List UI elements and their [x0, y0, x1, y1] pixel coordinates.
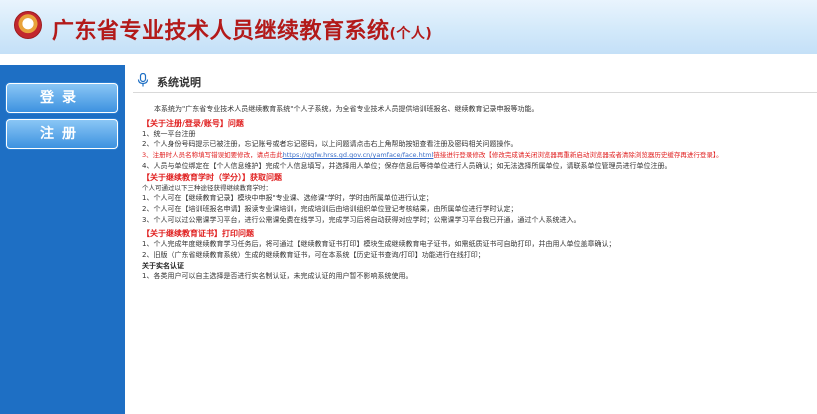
list-item: 1、统一平台注册 — [142, 129, 196, 138]
section-title: 系统说明 — [157, 76, 201, 89]
list-item: 1、个人可在【继续教育记录】模块中申报"专业课、选修课"学时，学时由所属单位进行… — [142, 194, 433, 203]
panel-header: 系统说明 — [133, 70, 817, 93]
list-item: 2、旧版（广东省继续教育系统）生成的继续教育证书，可在本系统【历史证书查询/打印… — [142, 251, 485, 260]
list-item: 2、个人身份号码提示已被注册，忘记账号或者忘记密码，以上问题请点击右上角帮助按钮… — [142, 140, 518, 149]
notice-content: 本系统为"广东省专业技术人员继续教育系统"个人子系统，为全省专业技术人员提供培训… — [142, 104, 814, 282]
sidebar: 登录 注册 — [0, 65, 125, 414]
register-button[interactable]: 注册 — [6, 119, 118, 149]
section-heading-realname: 关于实名认证 — [142, 261, 184, 270]
section-heading-account: 【关于注册/登录/账号】问题 — [142, 118, 244, 128]
app-subtitle: (个人) — [389, 26, 433, 42]
app-header: 广东省专业技术人员继续教育系统(个人) — [0, 0, 817, 54]
list-item: 3、个人可以过公需课学习平台，进行公需课免费在线学习，完成学习后将自动获得对应学… — [142, 215, 581, 224]
list-item: 1、个人完成年度继续教育学习任务后，将可通过【继续教育证书打印】模块生成继续教育… — [142, 240, 616, 249]
credits-note: 个人可通过以下三种途径获得继续教育学时： — [142, 183, 272, 192]
section-heading-credits: 【关于继续教育学时（学分）】获取问题 — [142, 172, 282, 182]
section-heading-certificate: 【关于继续教育证书】打印问题 — [142, 229, 254, 239]
app-title: 广东省专业技术人员继续教育系统(个人) — [52, 19, 433, 44]
emblem-logo-icon — [14, 11, 42, 39]
login-button[interactable]: 登录 — [6, 83, 118, 113]
main-panel: 系统说明 本系统为"广东省专业技术人员继续教育系统"个人子系统，为全省专业技术人… — [133, 70, 817, 414]
intro-text: 本系统为"广东省专业技术人员继续教育系统"个人子系统，为全省专业技术人员提供培训… — [154, 105, 539, 113]
list-item: 4、人员与单位绑定在【个人信息维护】完成个人信息填写，并选择用人单位；保存信息后… — [142, 161, 672, 170]
list-item: 1、各类用户可以自主选择是否进行实名制认证，未完成认证的用户暂不影响系统使用。 — [142, 272, 413, 281]
list-item: 2、个人可在【培训班报名申请】报读专业课培训，完成培训后由培训组织单位登记考核结… — [142, 204, 518, 213]
microphone-icon — [137, 73, 149, 87]
list-item-name-fix: 3、注册时人员名称填写错误如要修改，请点击此https://ggfw.hrss.… — [142, 151, 723, 160]
face-verify-link[interactable]: https://ggfw.hrss.gd.gov.cn/yamface/face… — [283, 151, 434, 159]
